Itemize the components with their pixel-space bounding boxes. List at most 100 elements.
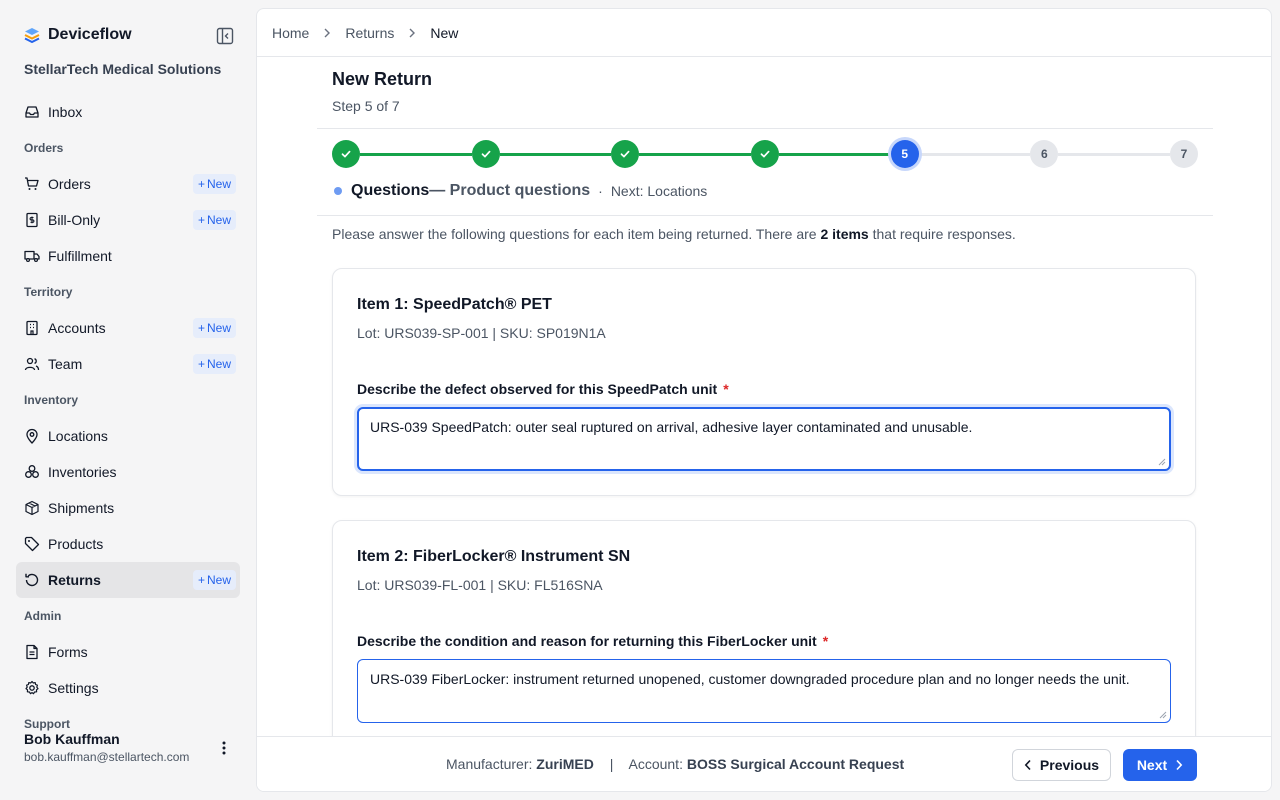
instructions: Please answer the following questions fo…: [332, 226, 1016, 242]
user-email: bob.kauffman@stellartech.com: [24, 750, 190, 764]
next-button[interactable]: Next: [1123, 749, 1197, 781]
sidebar-item-team[interactable]: Team + New: [16, 346, 240, 382]
plus-icon: +: [197, 357, 205, 371]
previous-button[interactable]: Previous: [1012, 749, 1111, 781]
question-text: Describe the defect observed for this Sp…: [357, 381, 718, 397]
plus-icon: +: [197, 573, 205, 587]
new-label: New: [206, 357, 231, 371]
item-count: 2 items: [820, 226, 869, 242]
sidebar-item-products[interactable]: Products: [16, 526, 240, 562]
sidebar-item-label: Inbox: [48, 104, 83, 120]
step-2[interactable]: [471, 140, 500, 168]
sidebar-item-label: Orders: [48, 176, 91, 192]
main-panel: Home Returns New New Return Step 5 of 7 …: [256, 8, 1272, 792]
breadcrumb-current: New: [430, 24, 459, 41]
stepper: 5 6 7: [332, 140, 1198, 170]
brand[interactable]: Deviceflow: [24, 26, 132, 44]
step-connector: [918, 153, 1031, 156]
nav-section-territory: Territory: [24, 285, 73, 299]
sidebar-item-bill-only[interactable]: Bill-Only + New: [16, 202, 240, 238]
step-5[interactable]: 5: [890, 140, 919, 168]
sidebar-item-label: Bill-Only: [48, 212, 101, 228]
new-order-button[interactable]: + New: [192, 174, 236, 194]
new-return-button[interactable]: + New: [192, 570, 236, 590]
sidebar-item-label: Team: [48, 356, 83, 372]
sidebar-item-label: Shipments: [48, 500, 115, 516]
chevron-right-icon: [408, 28, 416, 38]
gear-icon: [24, 680, 40, 696]
new-bill-only-button[interactable]: + New: [192, 210, 236, 230]
bullet-separator: ·: [598, 183, 603, 199]
resize-handle-icon[interactable]: [1159, 711, 1167, 719]
step-3[interactable]: [611, 140, 640, 168]
divider: [317, 215, 1213, 216]
sidebar-item-accounts[interactable]: Accounts + New: [16, 310, 240, 346]
chevron-right-icon: [1176, 759, 1183, 771]
item-lot-sku: Lot: URS039-SP-001 | SKU: SP019N1A: [357, 325, 606, 341]
account-value: BOSS Surgical Account Request: [686, 756, 905, 772]
nav-section-orders: Orders: [24, 141, 64, 155]
step-6[interactable]: 6: [1030, 140, 1059, 168]
resize-handle-icon[interactable]: [1158, 458, 1166, 466]
answer-textarea[interactable]: URS-039 SpeedPatch: outer seal ruptured …: [357, 407, 1171, 471]
check-icon: [620, 150, 630, 158]
deviceflow-logo-icon: [24, 28, 40, 43]
sidebar-item-settings[interactable]: Settings: [16, 670, 240, 706]
org-name[interactable]: StellarTech Medical Solutions: [24, 61, 221, 77]
breadcrumb: Home Returns New: [257, 9, 1271, 57]
step-7[interactable]: 7: [1170, 140, 1198, 168]
step-name: Questions: [351, 182, 430, 199]
divider: [317, 128, 1213, 129]
file-text-icon: [24, 644, 40, 660]
sidebar-item-returns[interactable]: Returns + New: [16, 562, 240, 598]
current-step-label: Questions — Product questions · Next: Loc…: [334, 182, 707, 200]
step-connector: [639, 153, 751, 156]
question-label: Describe the defect observed for this Sp…: [357, 381, 729, 397]
chevron-left-icon: [1024, 759, 1031, 771]
next-step-text: Next: Locations: [610, 183, 708, 199]
sidebar-item-orders[interactable]: Orders + New: [16, 166, 240, 202]
step-4[interactable]: [751, 140, 779, 168]
sidebar-item-inventories[interactable]: Inventories: [16, 454, 240, 490]
step-connector: [499, 153, 612, 156]
sidebar-collapse-icon[interactable]: [216, 27, 234, 45]
new-team-button[interactable]: + New: [192, 354, 236, 374]
page-title: New Return: [332, 69, 433, 89]
wizard-footer: Manufacturer: ZuriMED | Account: BOSS Su…: [257, 736, 1271, 791]
breadcrumb-returns[interactable]: Returns: [345, 25, 394, 41]
building-icon: [24, 320, 40, 336]
boxes-icon: [24, 464, 40, 480]
previous-label: Previous: [1039, 757, 1100, 773]
user-profile[interactable]: Bob Kauffman bob.kauffman@stellartech.co…: [24, 731, 189, 764]
plus-icon: +: [197, 321, 205, 335]
step-1[interactable]: [332, 140, 360, 168]
next-step-hint: · Next: Locations: [598, 183, 707, 199]
sidebar-item-label: Fulfillment: [48, 248, 112, 264]
sidebar-nav: Inbox Orders Orders + New Bill-Only + New …: [16, 94, 240, 742]
item-title: Item 2: FiberLocker® Instrument SN: [357, 548, 631, 565]
new-account-button[interactable]: + New: [192, 318, 236, 338]
sidebar-item-label: Settings: [48, 680, 99, 696]
account-label: Account:: [628, 756, 683, 772]
item-lot-sku: Lot: URS039-FL-001 | SKU: FL516SNA: [357, 577, 603, 593]
sidebar-item-locations[interactable]: Locations: [16, 418, 240, 454]
instructions-text-end: that require responses.: [868, 226, 1016, 242]
step-connector: [779, 153, 891, 156]
required-marker: *: [723, 381, 729, 397]
nav-section-admin: Admin: [24, 609, 62, 623]
question-text: Describe the condition and reason for re…: [357, 633, 817, 649]
page-subtitle: Step 5 of 7: [332, 98, 400, 114]
check-icon: [760, 150, 770, 158]
users-icon: [24, 356, 40, 372]
sidebar-item-forms[interactable]: Forms: [16, 634, 240, 670]
sidebar-item-label: Products: [48, 536, 104, 552]
answer-textarea[interactable]: URS-039 FiberLocker: instrument returned…: [357, 659, 1171, 723]
new-label: New: [206, 573, 231, 587]
plus-icon: +: [197, 213, 205, 227]
breadcrumb-home[interactable]: Home: [272, 25, 309, 41]
item-title: Item 1: SpeedPatch® PET: [357, 296, 552, 313]
sidebar-item-shipments[interactable]: Shipments: [16, 490, 240, 526]
sidebar-item-inbox[interactable]: Inbox: [16, 94, 240, 130]
more-vertical-icon[interactable]: [214, 738, 234, 758]
sidebar-item-fulfillment[interactable]: Fulfillment: [16, 238, 240, 274]
